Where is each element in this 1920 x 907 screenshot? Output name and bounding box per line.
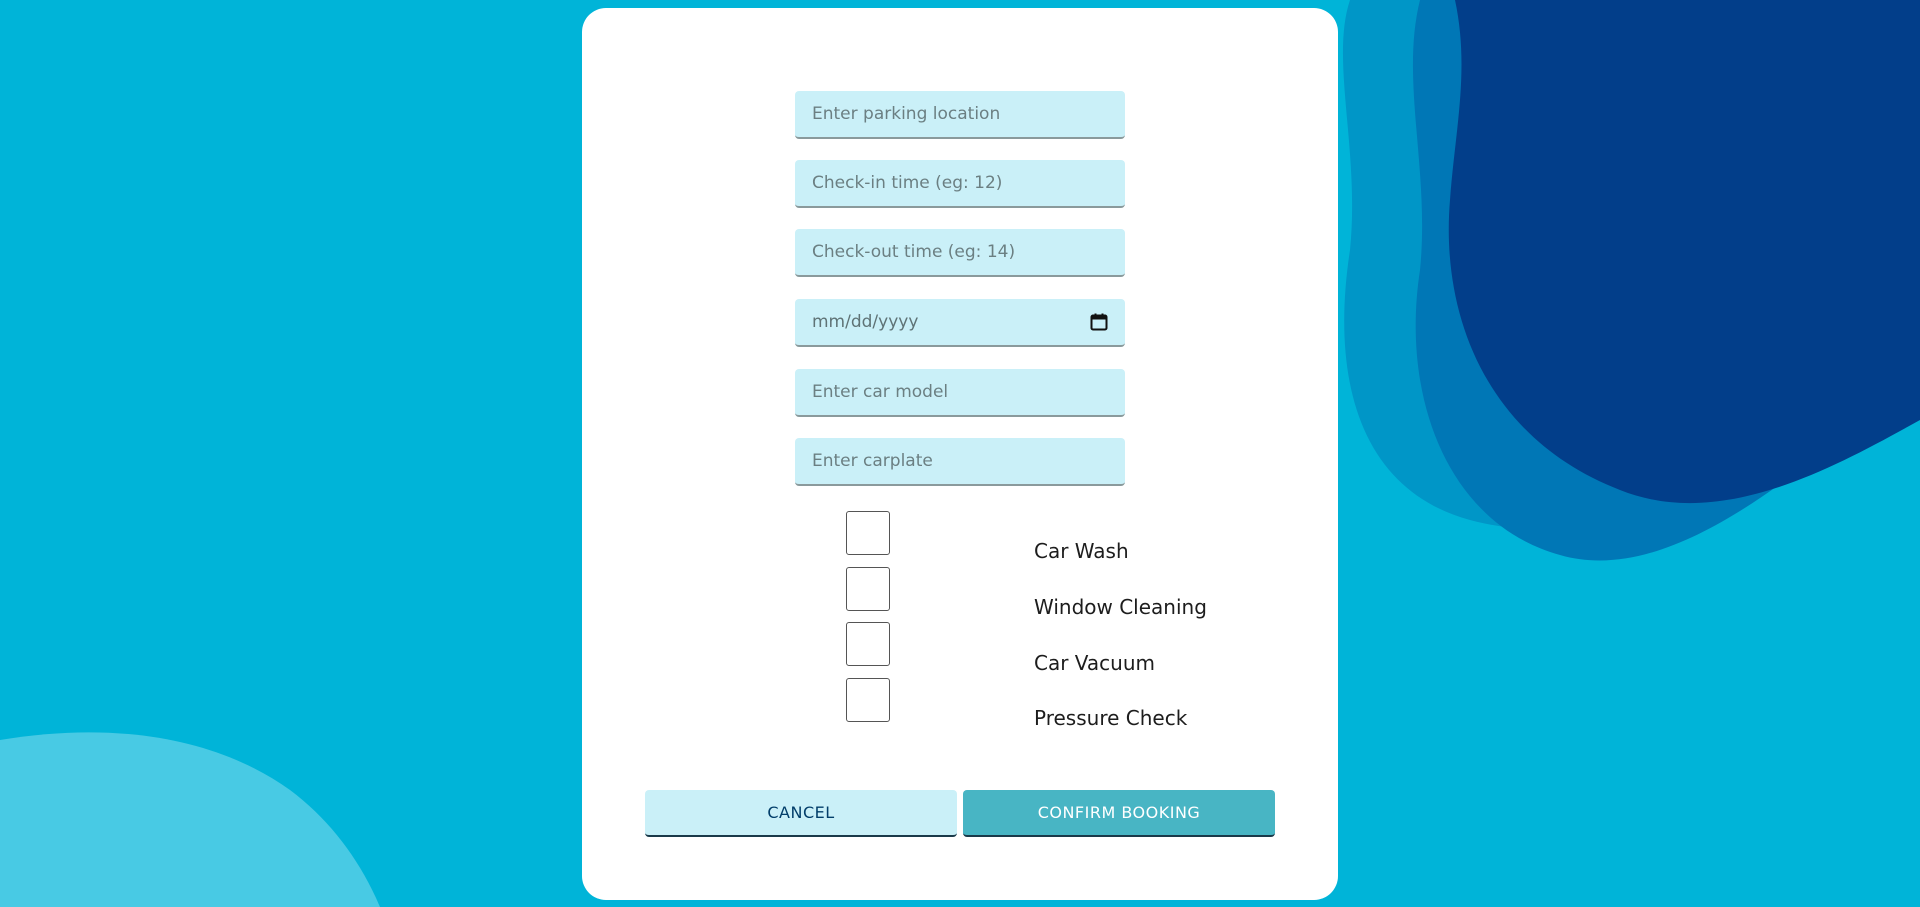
date-placeholder: mm/dd/yyyy [812,312,919,332]
car-wash-checkbox[interactable] [846,511,890,555]
parking-location-input[interactable] [795,91,1125,139]
window-cleaning-checkbox[interactable] [846,567,890,611]
car-vacuum-checkbox[interactable] [846,622,890,666]
calendar-icon[interactable] [1090,313,1108,331]
booking-card: mm/dd/yyyy Car Wash Window Cleaning Car … [582,8,1338,900]
check-in-time-input[interactable] [795,160,1125,208]
car-wash-label: Car Wash [1034,539,1129,563]
confirm-booking-button[interactable]: CONFIRM BOOKING [963,790,1275,837]
pressure-check-label: Pressure Check [1034,706,1188,730]
car-model-input[interactable] [795,369,1125,417]
car-vacuum-label: Car Vacuum [1034,651,1156,675]
check-out-time-input[interactable] [795,229,1125,277]
cancel-button[interactable]: CANCEL [645,790,957,837]
wave-light-bottom-left [0,732,380,907]
date-input[interactable]: mm/dd/yyyy [795,299,1125,347]
carplate-input[interactable] [795,438,1125,486]
pressure-check-checkbox[interactable] [846,678,890,722]
window-cleaning-label: Window Cleaning [1034,595,1207,619]
